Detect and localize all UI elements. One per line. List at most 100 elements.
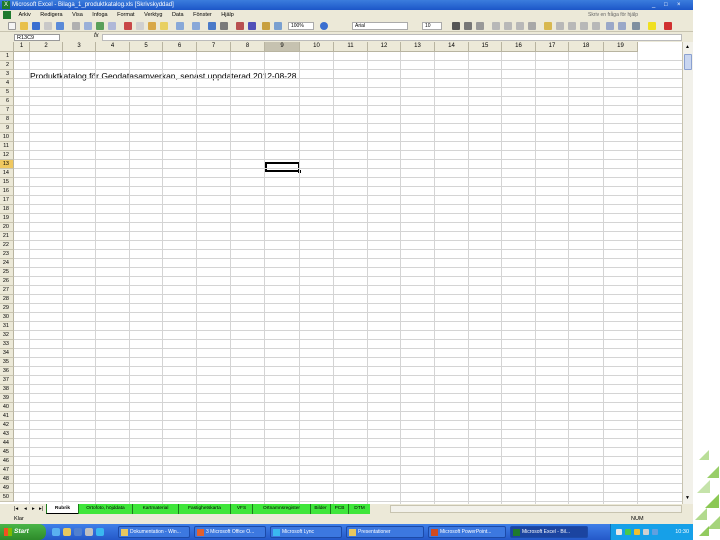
font-name-select[interactable]: Arial [352, 22, 408, 30]
align-center-icon[interactable] [504, 22, 512, 30]
row-header[interactable]: 32 [0, 331, 14, 340]
align-left-icon[interactable] [492, 22, 500, 30]
sort-descending-icon[interactable] [248, 22, 256, 30]
vertical-scrollbar[interactable]: ▲ ▼ [682, 42, 693, 504]
email-icon[interactable] [56, 22, 64, 30]
font-color-icon[interactable] [664, 22, 672, 30]
last-sheet-button[interactable]: ▸| [39, 504, 43, 514]
open-icon[interactable] [20, 22, 28, 30]
column-header[interactable]: 17 [536, 42, 569, 52]
column-header[interactable]: 16 [502, 42, 536, 52]
row-header[interactable]: 44 [0, 439, 14, 448]
row-header[interactable]: 5 [0, 88, 14, 97]
column-header[interactable]: 10 [300, 42, 334, 52]
chart-wizard-icon[interactable] [262, 22, 270, 30]
autosum-icon[interactable] [220, 22, 228, 30]
row-header[interactable]: 11 [0, 142, 14, 151]
currency-icon[interactable] [544, 22, 552, 30]
row-header[interactable]: 1 [0, 52, 14, 61]
print-icon[interactable] [72, 22, 80, 30]
cell-r3c1[interactable]: Produktkatalog för Geodatasamverkan, sen… [30, 72, 297, 81]
hyperlink-icon[interactable] [208, 22, 216, 30]
formula-input[interactable] [102, 34, 682, 41]
row-header[interactable]: 31 [0, 322, 14, 331]
borders-icon[interactable] [632, 22, 640, 30]
new-icon[interactable] [8, 22, 16, 30]
menu-hjalp[interactable]: Hjälp [217, 10, 238, 20]
sheet-tab[interactable]: Ortnamnsregister [252, 504, 310, 514]
paste-icon[interactable] [148, 22, 156, 30]
row-header[interactable]: 49 [0, 484, 14, 493]
row-header[interactable]: 12 [0, 151, 14, 160]
row-header[interactable]: 19 [0, 214, 14, 223]
tray-network-icon[interactable] [616, 529, 622, 535]
sort-ascending-icon[interactable] [236, 22, 244, 30]
column-header[interactable]: 14 [435, 42, 469, 52]
vertical-scroll-thumb[interactable] [684, 54, 692, 70]
row-header[interactable]: 9 [0, 124, 14, 133]
horizontal-scrollbar[interactable] [390, 505, 682, 513]
first-sheet-button[interactable]: |◂ [14, 504, 18, 514]
permission-icon[interactable] [44, 22, 52, 30]
column-header[interactable]: 18 [569, 42, 604, 52]
drawing-icon[interactable] [274, 22, 282, 30]
column-header[interactable]: 13 [401, 42, 435, 52]
row-header[interactable]: 15 [0, 178, 14, 187]
print-preview-icon[interactable] [84, 22, 92, 30]
bold-icon[interactable] [452, 22, 460, 30]
row-header[interactable]: 48 [0, 475, 14, 484]
task-excel[interactable]: Microsoft Excel - Bil... [510, 526, 588, 538]
format-painter-icon[interactable] [160, 22, 168, 30]
quicklaunch-lync-icon[interactable] [96, 528, 104, 536]
menu-verktyg[interactable]: Verktyg [140, 10, 166, 20]
column-header[interactable]: 11 [334, 42, 368, 52]
worksheet-grid[interactable]: Produktkatalog för Geodatasamverkan, sen… [0, 42, 693, 504]
row-header[interactable]: 22 [0, 241, 14, 250]
quicklaunch-desktop-icon[interactable] [85, 528, 93, 536]
undo-icon[interactable] [176, 22, 184, 30]
column-header[interactable]: 19 [604, 42, 638, 52]
task-dokumentation[interactable]: Dokumentation - Win... [118, 526, 190, 538]
column-header[interactable]: 3 [63, 42, 96, 52]
tray-update-icon[interactable] [652, 529, 658, 535]
row-header[interactable]: 8 [0, 115, 14, 124]
row-header[interactable]: 41 [0, 412, 14, 421]
sheet-tab[interactable]: DTM [348, 504, 370, 514]
excel-doc-icon[interactable] [3, 11, 11, 19]
task-powerpoint[interactable]: Microsoft PowerPoint... [428, 526, 506, 538]
column-header[interactable]: 8 [231, 42, 265, 52]
row-header[interactable]: 10 [0, 133, 14, 142]
comma-style-icon[interactable] [568, 22, 576, 30]
row-header[interactable]: 18 [0, 205, 14, 214]
task-office[interactable]: 3 Microsoft Office O... [194, 526, 266, 538]
menu-data[interactable]: Data [168, 10, 188, 20]
sheet-tab[interactable]: Fastighetskarta [178, 504, 230, 514]
row-header[interactable]: 37 [0, 376, 14, 385]
save-icon[interactable] [32, 22, 40, 30]
row-header[interactable]: 24 [0, 259, 14, 268]
maximize-button[interactable]: □ [664, 0, 668, 10]
row-header[interactable]: 7 [0, 106, 14, 115]
sheet-tab[interactable]: VFS [230, 504, 252, 514]
insert-function-icon[interactable]: fx [94, 33, 99, 39]
sheet-tab[interactable]: Rubrik [46, 504, 78, 514]
zoom-select[interactable]: 100% [288, 22, 314, 30]
row-header[interactable]: 46 [0, 457, 14, 466]
tray-volume-icon[interactable] [643, 529, 649, 535]
row-header[interactable]: 21 [0, 232, 14, 241]
copy-icon[interactable] [136, 22, 144, 30]
sheet-tab[interactable]: PCB [330, 504, 348, 514]
research-icon[interactable] [108, 22, 116, 30]
active-cell[interactable] [265, 162, 301, 173]
row-header[interactable]: 29 [0, 304, 14, 313]
row-header[interactable]: 20 [0, 223, 14, 232]
start-button[interactable]: Start [0, 524, 46, 540]
row-header[interactable]: 40 [0, 403, 14, 412]
underline-icon[interactable] [476, 22, 484, 30]
help-search-input[interactable]: Skriv en fråga för hjälp [586, 11, 658, 19]
help-icon[interactable] [320, 22, 328, 30]
next-sheet-button[interactable]: ▸ [32, 504, 35, 514]
decrease-decimal-icon[interactable] [592, 22, 600, 30]
spelling-icon[interactable] [96, 22, 104, 30]
row-header[interactable]: 45 [0, 448, 14, 457]
